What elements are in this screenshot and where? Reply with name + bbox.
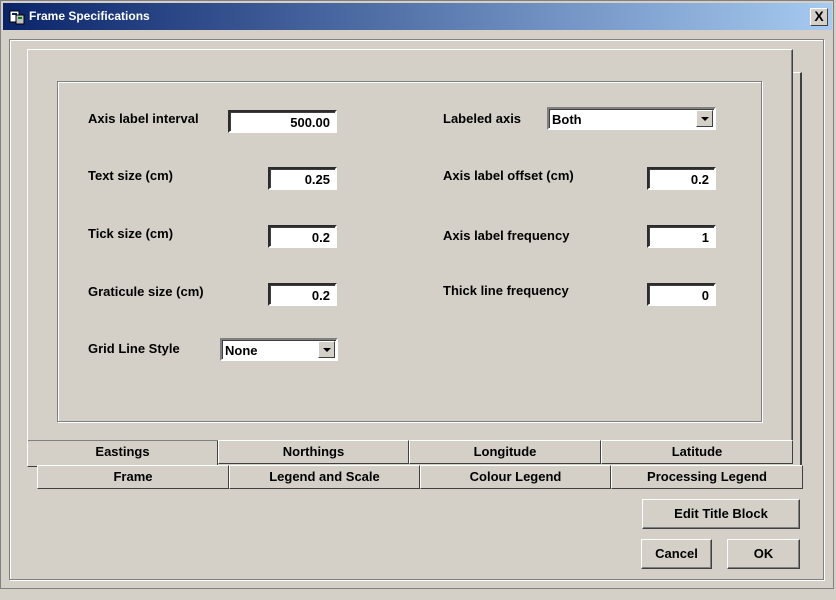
close-button[interactable]: X [810, 8, 828, 26]
graticule-size-input[interactable]: 0.2 [268, 283, 337, 306]
axis-label-offset-label: Axis label offset (cm) [443, 168, 574, 183]
thick-line-frequency-input[interactable]: 0 [647, 283, 716, 306]
graticule-size-label: Graticule size (cm) [88, 284, 204, 299]
tab-processing-legend[interactable]: Processing Legend [611, 465, 803, 489]
tab-frame[interactable]: Frame [37, 465, 229, 489]
title-bar[interactable]: Frame Specifications X [3, 3, 832, 30]
tab-northings[interactable]: Northings [218, 440, 409, 464]
axis-label-frequency-input[interactable]: 1 [647, 225, 716, 248]
axis-label-frequency-label: Axis label frequency [443, 228, 570, 243]
axis-label-offset-input[interactable]: 0.2 [647, 167, 716, 190]
close-icon: X [814, 8, 824, 24]
tab-legend-and-scale[interactable]: Legend and Scale [229, 465, 420, 489]
thick-line-frequency-label: Thick line frequency [443, 283, 569, 298]
cancel-button[interactable]: Cancel [641, 539, 712, 569]
chevron-down-icon[interactable] [696, 110, 713, 127]
ok-button[interactable]: OK [727, 539, 800, 569]
chevron-down-icon[interactable] [318, 341, 335, 358]
axis-label-interval-label: Axis label interval [88, 111, 199, 126]
labeled-axis-label: Labeled axis [443, 111, 522, 126]
edit-title-block-label: Edit Title Block [674, 506, 768, 521]
tick-size-input[interactable]: 0.2 [268, 225, 337, 248]
tick-size-label: Tick size (cm) [88, 226, 174, 241]
tab-eastings[interactable]: Eastings [27, 441, 218, 467]
tab-latitude[interactable]: Latitude [601, 440, 793, 464]
labeled-axis-value: Both [552, 112, 582, 127]
axis-label-interval-input[interactable]: 500.00 [228, 110, 337, 133]
edit-title-block-button[interactable]: Edit Title Block [642, 499, 800, 529]
text-size-label: Text size (cm) [88, 168, 174, 183]
text-size-input[interactable]: 0.25 [268, 167, 337, 190]
grid-line-style-select[interactable]: None [220, 338, 338, 361]
window-title: Frame Specifications [29, 9, 150, 23]
app-icon [9, 10, 25, 25]
grid-line-style-value: None [225, 343, 258, 358]
settings-frame [57, 81, 762, 422]
labeled-axis-select[interactable]: Both [547, 107, 716, 130]
tab-colour-legend[interactable]: Colour Legend [420, 465, 611, 489]
grid-line-style-label: Grid Line Style [88, 341, 180, 356]
tab-longitude[interactable]: Longitude [409, 440, 601, 464]
